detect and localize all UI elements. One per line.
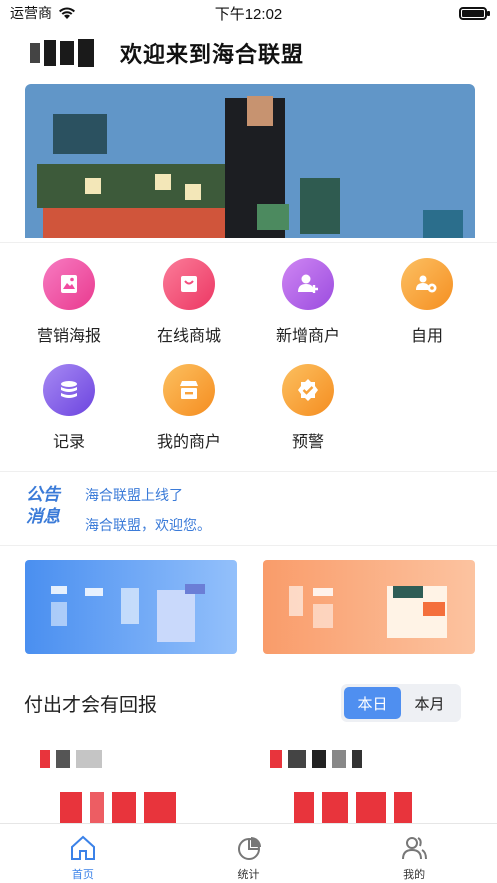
section-title: 付出才会有回报 xyxy=(24,695,158,716)
shopping-bag-icon xyxy=(163,258,215,310)
feature-label: 我的商户 xyxy=(156,434,221,451)
feature-label: 营销海报 xyxy=(36,328,101,345)
notice-bar[interactable]: 公告 消息 海合联盟上线了 海合联盟，欢迎您。 xyxy=(0,482,497,542)
tab-label: 统计 xyxy=(237,869,260,881)
battery-icon xyxy=(459,6,490,20)
divider xyxy=(0,242,497,243)
stat-card xyxy=(270,750,450,830)
tab-home[interactable]: 首页 xyxy=(0,824,166,883)
promo-card[interactable] xyxy=(25,560,237,654)
feature-label: 预警 xyxy=(291,434,324,451)
feature-label: 在线商城 xyxy=(156,328,221,345)
database-icon xyxy=(43,364,95,416)
add-user-icon xyxy=(282,258,334,310)
notice-line: 海合联盟上线了 xyxy=(85,487,183,503)
feature-label: 新增商户 xyxy=(275,328,340,345)
tab-stats[interactable]: 统计 xyxy=(166,824,332,883)
tab-bar: 首页 统计 我的 xyxy=(0,823,497,883)
notice-line: 海合联盟，欢迎您。 xyxy=(85,517,211,533)
tab-today[interactable]: 本日 xyxy=(344,687,401,719)
divider xyxy=(0,545,497,546)
store-icon xyxy=(163,364,215,416)
pie-chart-icon xyxy=(237,837,261,860)
tab-mine[interactable]: 我的 xyxy=(331,824,497,883)
feature-label: 记录 xyxy=(52,434,85,451)
header: 欢迎来到海合联盟 xyxy=(30,36,304,70)
promo-card[interactable] xyxy=(263,560,475,654)
feature-records[interactable]: 记录 xyxy=(14,364,124,452)
banner-image[interactable] xyxy=(25,84,475,238)
feature-add-merchant[interactable]: 新增商户 xyxy=(253,258,363,346)
welcome-title: 欢迎来到海合联盟 xyxy=(120,42,305,67)
poster-icon xyxy=(43,258,95,310)
notice-badge: 公告 消息 xyxy=(26,485,60,526)
tab-label: 我的 xyxy=(403,869,426,881)
status-bar: 运营商 下午12:02 xyxy=(0,0,497,26)
profile-icon xyxy=(402,837,428,860)
feature-warning[interactable]: 预警 xyxy=(253,364,363,452)
users-gear-icon xyxy=(401,258,453,310)
divider xyxy=(0,471,497,472)
logo xyxy=(30,38,100,68)
home-icon xyxy=(70,835,95,860)
period-switcher: 本日 本月 xyxy=(341,684,461,722)
stat-card xyxy=(40,750,220,830)
feature-marketing-poster[interactable]: 营销海报 xyxy=(14,258,124,346)
tab-label: 首页 xyxy=(71,869,94,881)
feature-my-merchants[interactable]: 我的商户 xyxy=(134,364,244,452)
status-time: 下午12:02 xyxy=(214,5,283,23)
feature-self-use[interactable]: 自用 xyxy=(372,258,482,346)
feature-label: 自用 xyxy=(410,328,443,345)
tab-month[interactable]: 本月 xyxy=(401,687,458,719)
feature-online-mall[interactable]: 在线商城 xyxy=(134,258,244,346)
badge-check-icon xyxy=(282,364,334,416)
